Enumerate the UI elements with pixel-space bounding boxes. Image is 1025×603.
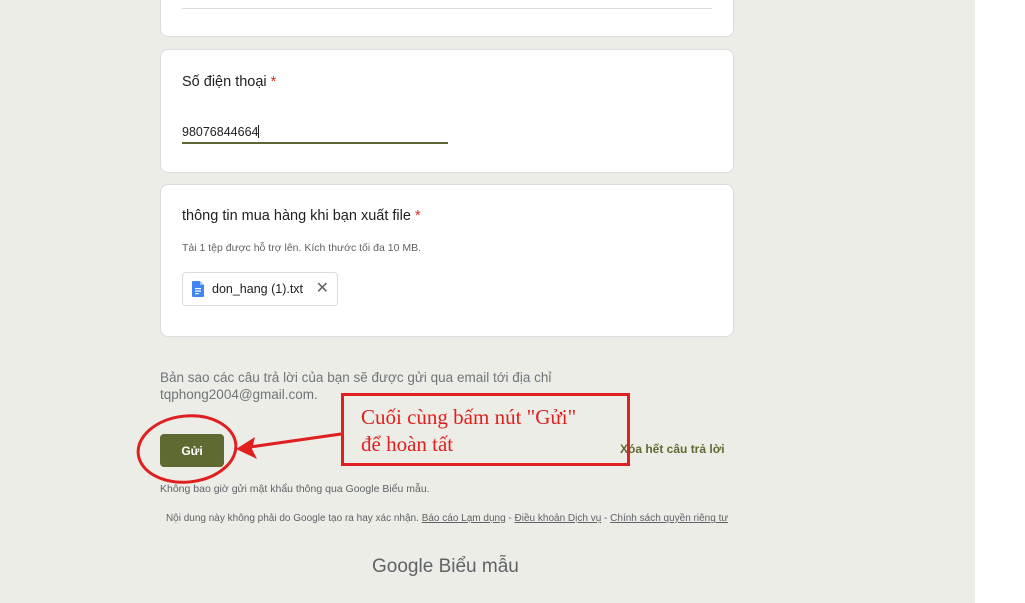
arrow-head-icon	[236, 437, 257, 459]
annotation-line-2: để hoàn tất	[361, 432, 454, 456]
annotation-overlay	[136, 414, 342, 484]
annotation-line-1: Cuối cùng bấm nút "Gửi"	[361, 405, 577, 429]
annotation-arrow-line	[242, 432, 342, 450]
annotation-callout: Cuối cùng bấm nút "Gửi" để hoàn tất	[341, 393, 630, 466]
annotation-circle	[136, 414, 238, 484]
